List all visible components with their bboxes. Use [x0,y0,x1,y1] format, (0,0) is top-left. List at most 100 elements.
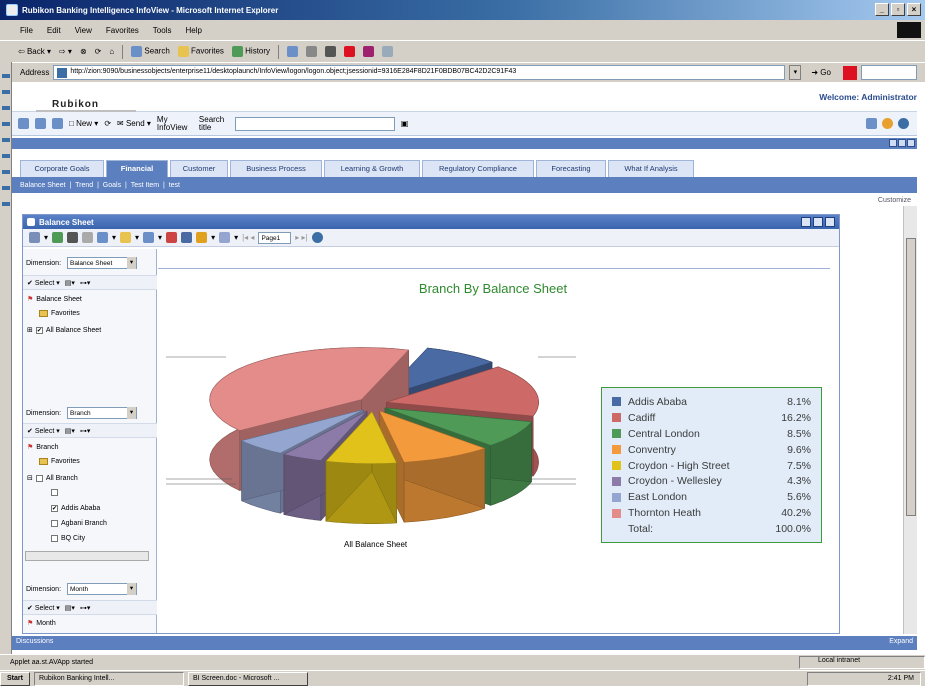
tree-favorites[interactable]: Favorites [39,458,80,465]
view-toggle-icon[interactable]: ▤▾ [65,604,75,612]
chart-type-icon[interactable] [143,232,155,243]
url-dropdown[interactable]: ▾ [789,65,802,80]
subnav-balance-sheet[interactable]: Balance Sheet [20,182,66,189]
restore-icon[interactable] [898,139,906,147]
favorites-button[interactable]: Favorites [177,46,224,57]
minimize-icon[interactable] [889,139,897,147]
list-icon[interactable] [52,118,63,129]
tab-regulatory-compliance[interactable]: Regulatory Compliance [422,160,534,177]
checkbox-checked[interactable]: ✔ [35,326,43,334]
print-icon[interactable] [306,46,318,57]
tree-item-addis-ababa[interactable]: ✔ Addis Ababa [51,505,100,512]
select-button[interactable]: ✔ Select ▾ [27,427,60,435]
folder-icon[interactable] [35,118,46,129]
menu-edit[interactable]: Edit [47,26,61,35]
url-input[interactable]: http://zion:9090/businessobjects/enterpr… [53,65,786,80]
refresh-icon[interactable]: ⟳ [95,47,102,56]
scrollbar-thumb[interactable] [906,238,916,516]
subnav-test[interactable]: test [169,182,180,189]
stop-icon[interactable]: ⊗ [80,47,87,56]
checkbox-unchecked[interactable] [35,474,43,482]
maximize-button[interactable]: ▫ [891,3,905,16]
portlet-minimize-button[interactable] [801,217,811,227]
forward-button[interactable]: ⇨ ▾ [59,47,72,56]
view-toggle-icon[interactable]: ▤▾ [65,427,75,435]
preferences-icon[interactable] [866,118,877,129]
menu-file[interactable]: File [20,26,33,35]
checkbox-unchecked[interactable] [51,520,58,527]
checkbox-unchecked[interactable] [51,535,58,542]
mail-icon[interactable] [287,46,299,57]
table-icon[interactable] [181,232,193,243]
refresh-icon[interactable]: ⟳ [104,119,111,128]
go-button[interactable]: ➜ Go [811,68,831,77]
tab-financial[interactable]: Financial [106,160,168,177]
toolbar-search-input[interactable] [860,65,917,80]
subnav-test-item[interactable]: Test Item [131,182,159,189]
help-icon[interactable] [898,118,909,129]
subnav-trend[interactable]: Trend [75,182,93,189]
options-icon[interactable] [219,232,231,243]
tab-business-process[interactable]: Business Process [230,160,322,177]
collapse-icon[interactable]: ⊟ [27,474,33,482]
view-toggle-icon[interactable]: ▤▾ [65,279,75,287]
edit-icon[interactable] [325,46,337,57]
help-icon[interactable] [311,232,323,243]
close-button[interactable]: × [907,3,921,16]
taskbar-ie-window[interactable]: Rubikon Banking Intell... [33,671,184,686]
subnav-goals[interactable]: Goals [103,182,121,189]
tree-hscrollbar[interactable] [25,551,149,561]
favorites-icon[interactable] [882,118,893,129]
checkbox-unchecked[interactable] [51,489,58,496]
hierarchy-icon[interactable]: ⊶▾ [80,279,91,287]
portlet-maximize-button[interactable] [813,217,823,227]
export-icon[interactable] [52,232,64,243]
taskbar-word-window[interactable]: BI Screen.doc - Microsoft ... [187,671,308,686]
history-button[interactable]: History [231,46,270,57]
tree-item-agbani-branch[interactable]: Agbani Branch [51,520,107,527]
refresh-icon[interactable] [82,232,94,243]
expand-link[interactable]: Expand [889,638,913,645]
next-page-icon[interactable]: ▸ ▸| [295,233,307,242]
home-icon[interactable]: ⌂ [109,47,114,56]
hierarchy-icon[interactable]: ⊶▾ [80,427,91,435]
start-button[interactable]: Start [0,671,30,686]
dimension-select-month[interactable]: Month [67,583,138,595]
search-title-input[interactable] [234,116,395,131]
tab-customer[interactable]: Customer [170,160,228,177]
search-button[interactable]: Search [131,46,170,57]
home-icon[interactable] [18,118,29,129]
tree-root-month[interactable]: ⚑ Month [27,619,56,628]
menu-tools[interactable]: Tools [153,26,172,35]
bar-chart-icon[interactable] [196,232,208,243]
tab-learning-growth[interactable]: Learning & Growth [324,160,420,177]
page-scrollbar[interactable] [903,206,917,634]
search-go-icon[interactable]: ▣ [401,119,409,128]
hierarchy-icon[interactable]: ⊶▾ [80,604,91,612]
view-icon[interactable] [29,232,40,243]
new-button[interactable]: □ New ▾ [69,119,98,128]
menu-favorites[interactable]: Favorites [106,26,139,35]
tree-root-branch[interactable]: ⚑ Branch [27,443,58,452]
my-infoview-button[interactable]: My InfoView [157,115,193,132]
tree-item-bq-city[interactable]: BQ City [51,535,85,542]
back-button[interactable]: ⇦ Back ▾ [18,47,51,56]
tree-all-balance-sheet[interactable]: ⊞ ✔ All Balance Sheet [27,326,101,334]
customize-link[interactable]: Customize [878,197,911,204]
dimension-select-branch[interactable]: Branch [67,407,138,419]
tab-forecasting[interactable]: Forecasting [536,160,606,177]
page-selector[interactable]: Page1 [258,231,292,244]
tree-all-branch[interactable]: ⊟ All Branch [27,474,78,482]
select-button[interactable]: ✔ Select ▾ [27,279,60,287]
acrobat-search-icon[interactable] [842,65,857,80]
checkbox-checked[interactable]: ✔ [51,505,58,512]
tree-favorites[interactable]: Favorites [39,310,80,317]
tab-what-if-analysis[interactable]: What If Analysis [608,160,694,177]
filter-icon[interactable] [120,232,132,243]
minimize-button[interactable]: _ [875,3,889,16]
close-icon[interactable] [907,139,915,147]
menu-view[interactable]: View [75,26,92,35]
portlet-close-button[interactable] [825,217,835,227]
messenger-icon[interactable] [363,46,375,57]
menu-help[interactable]: Help [185,26,201,35]
